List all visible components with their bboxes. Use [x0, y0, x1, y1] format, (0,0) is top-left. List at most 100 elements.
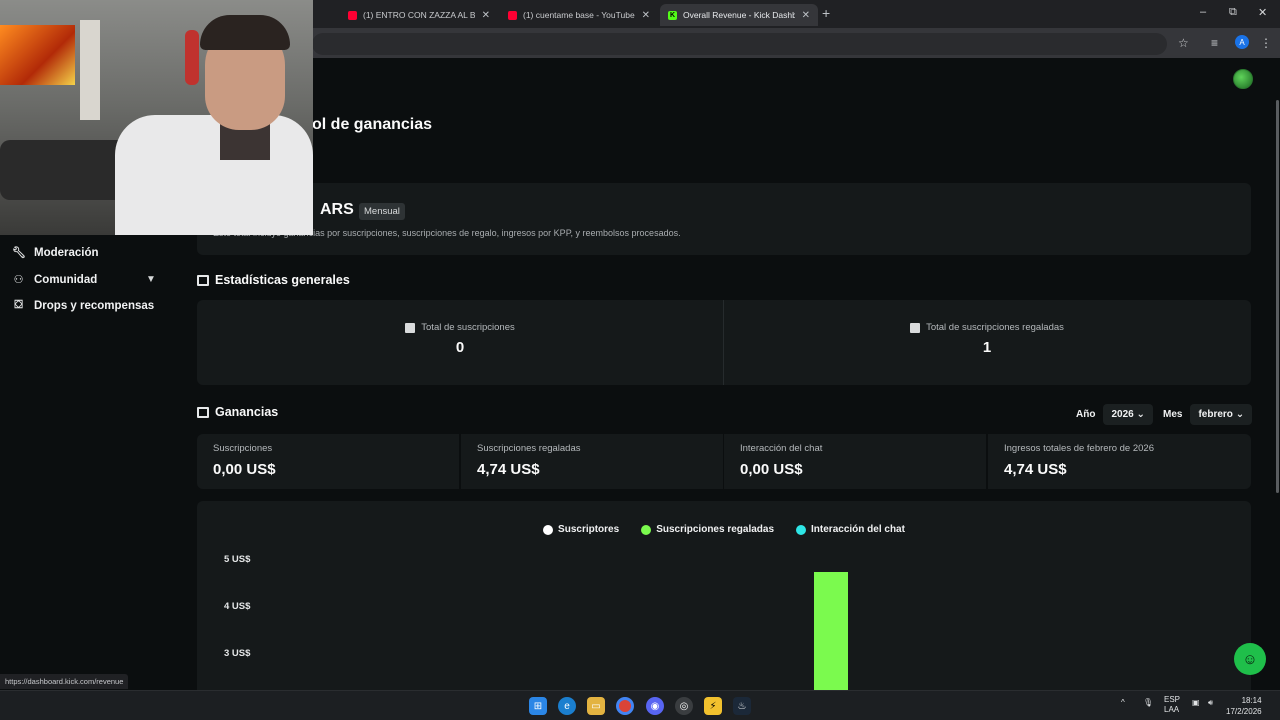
- minimize-button[interactable]: –: [1200, 6, 1206, 18]
- earnings-label: Suscripciones: [213, 443, 273, 454]
- legend-dot: [641, 524, 652, 535]
- network-icon[interactable]: ▣: [1192, 698, 1200, 707]
- media-controls-icon[interactable]: ≡: [1211, 36, 1218, 50]
- sidebar-item-label: Moderación: [34, 246, 99, 259]
- file-explorer-icon[interactable]: ▭: [587, 697, 605, 715]
- sidebar-item-label: Comunidad: [34, 273, 98, 286]
- tab-1-title: (1) ENTRO CON ZAZZA AL BAR: [363, 10, 475, 20]
- start-icon[interactable]: ⊞: [529, 697, 547, 715]
- youtube-icon: [348, 10, 357, 20]
- close-tab-1-icon[interactable]: ✕: [482, 10, 490, 21]
- legend-label: Interacción del chat: [811, 524, 905, 535]
- volume-icon[interactable]: 🔊︎: [1208, 698, 1213, 708]
- chart-bar[interactable]: [814, 572, 848, 690]
- tray-chevron-icon[interactable]: ^: [1121, 698, 1125, 707]
- tab-3-title: Overall Revenue - Kick Dashboard: [683, 10, 795, 20]
- y-tick-label: 5 US$: [224, 554, 251, 565]
- tab-2[interactable]: (1) cuentame base - YouTube ✕: [500, 4, 658, 26]
- earnings-chart: Suscriptores Suscripciones regaladas Int…: [197, 501, 1251, 690]
- earnings-value: 0,00 US$: [213, 461, 276, 478]
- sidebar-item-label: Drops y recompensas: [34, 299, 155, 312]
- chevron-down-icon: ⌄: [1136, 409, 1145, 420]
- summary-amount: ARS: [320, 201, 354, 218]
- earnings-value: 0,00 US$: [740, 461, 803, 478]
- gift-icon: ⛋: [14, 299, 23, 311]
- legend-item-gifted[interactable]: Suscripciones regaladas: [641, 524, 774, 535]
- obs-icon[interactable]: ◎: [675, 697, 693, 715]
- stat-label: Total de suscripciones: [421, 322, 515, 333]
- earnings-card-total: Ingresos totales de febrero de 2026 4,74…: [988, 434, 1251, 489]
- year-select[interactable]: 2026 ⌄: [1103, 404, 1153, 425]
- language-indicator[interactable]: ESP LAA: [1164, 695, 1180, 715]
- year-label: Año: [1076, 409, 1096, 420]
- y-tick-label: 4 US$: [224, 601, 251, 612]
- kick-icon: K: [668, 10, 677, 20]
- bookmark-star-icon[interactable]: ☆: [1178, 36, 1189, 50]
- system-clock[interactable]: 18:14 17/2/2026: [1226, 695, 1262, 717]
- maximize-button[interactable]: ⧉: [1229, 6, 1237, 19]
- sidebar-item-moderacion[interactable]: 🔧︎ Moderación: [12, 246, 99, 260]
- earnings-label: Interacción del chat: [740, 443, 823, 454]
- profile-avatar[interactable]: A: [1235, 35, 1249, 49]
- tab-1[interactable]: (1) ENTRO CON ZAZZA AL BAR ✕: [340, 4, 498, 26]
- help-chat-button[interactable]: ☺: [1234, 643, 1266, 675]
- stat-label: Total de suscripciones regaladas: [926, 322, 1064, 333]
- webcam-hair: [200, 15, 290, 50]
- microphone-icon[interactable]: 🎙︎: [1143, 698, 1153, 707]
- revenue-summary-card: ARS Mensual Este total incluye ganancias…: [197, 183, 1251, 255]
- stat-value: 0: [455, 339, 465, 356]
- stats-icon: [197, 274, 209, 286]
- chart-legend: Suscriptores Suscripciones regaladas Int…: [197, 524, 1251, 535]
- sidebar-item-comunidad[interactable]: ⚇ Comunidad: [12, 273, 98, 287]
- webcam-tv: [0, 25, 75, 85]
- close-tab-2-icon[interactable]: ✕: [642, 10, 650, 21]
- address-bar[interactable]: [312, 33, 1167, 55]
- edge-icon[interactable]: e: [558, 697, 576, 715]
- chart-icon: [910, 322, 921, 333]
- legend-item-chat[interactable]: Interacción del chat: [796, 524, 905, 535]
- legend-label: Suscriptores: [558, 524, 620, 535]
- close-tab-3-icon[interactable]: ✕: [802, 10, 810, 21]
- tab-3[interactable]: K Overall Revenue - Kick Dashboard ✕: [660, 4, 818, 26]
- year-value: 2026: [1111, 409, 1134, 420]
- chevron-down-icon: ⌄: [1235, 409, 1245, 420]
- earnings-label: Ingresos totales de febrero de 2026: [1004, 443, 1154, 454]
- month-select[interactable]: febrero ⌄: [1190, 404, 1253, 425]
- user-avatar[interactable]: [1233, 69, 1253, 89]
- discord-icon[interactable]: ◉: [646, 697, 664, 715]
- webcam-shelf: [80, 20, 100, 120]
- tab-2-title: (1) cuentame base - YouTube: [523, 10, 635, 20]
- close-window-button[interactable]: ✕: [1258, 6, 1267, 19]
- legend-dot: [543, 524, 554, 535]
- earnings-heading-label: Ganancias: [215, 405, 279, 419]
- period-badge: Mensual: [359, 203, 405, 220]
- menu-kebab-icon[interactable]: ⋮: [1260, 36, 1272, 50]
- general-stats-card: Total de suscripciones 0 Total de suscri…: [197, 300, 1251, 385]
- chevron-down-icon[interactable]: ▼: [146, 274, 156, 285]
- app-icon[interactable]: ⚡: [704, 697, 722, 715]
- month-value: febrero: [1198, 409, 1233, 420]
- chart-icon: [405, 322, 416, 333]
- stat-value: 1: [982, 339, 992, 356]
- stats-heading: Estadísticas generales: [197, 273, 350, 287]
- stat-total-subs: Total de suscripciones 0: [197, 322, 723, 356]
- users-icon: ⚇: [13, 274, 24, 286]
- clock-date: 17/2/2026: [1226, 707, 1262, 716]
- y-tick-label: 3 US$: [224, 648, 251, 659]
- stats-heading-label: Estadísticas generales: [215, 273, 350, 287]
- earnings-card-subs: Suscripciones 0,00 US$: [197, 434, 459, 489]
- year-filter: Año 2026 ⌄: [1076, 404, 1153, 425]
- new-tab-button[interactable]: +: [822, 5, 830, 21]
- bar-chart-icon: [197, 406, 209, 418]
- chrome-icon[interactable]: [616, 697, 634, 715]
- page-scrollbar[interactable]: [1276, 100, 1279, 493]
- sidebar-item-drops[interactable]: ⛋ Drops y recompensas: [12, 299, 154, 312]
- steam-icon[interactable]: ♨: [733, 697, 751, 715]
- earnings-heading: Ganancias: [197, 405, 278, 419]
- month-filter: Mes febrero ⌄: [1163, 404, 1253, 425]
- webcam-shirt: [115, 115, 313, 235]
- legend-item-subs[interactable]: Suscriptores: [543, 524, 619, 535]
- wrench-icon: 🔧︎: [12, 247, 26, 259]
- earnings-label: Suscripciones regaladas: [477, 443, 581, 454]
- webcam-headphone: [185, 30, 199, 85]
